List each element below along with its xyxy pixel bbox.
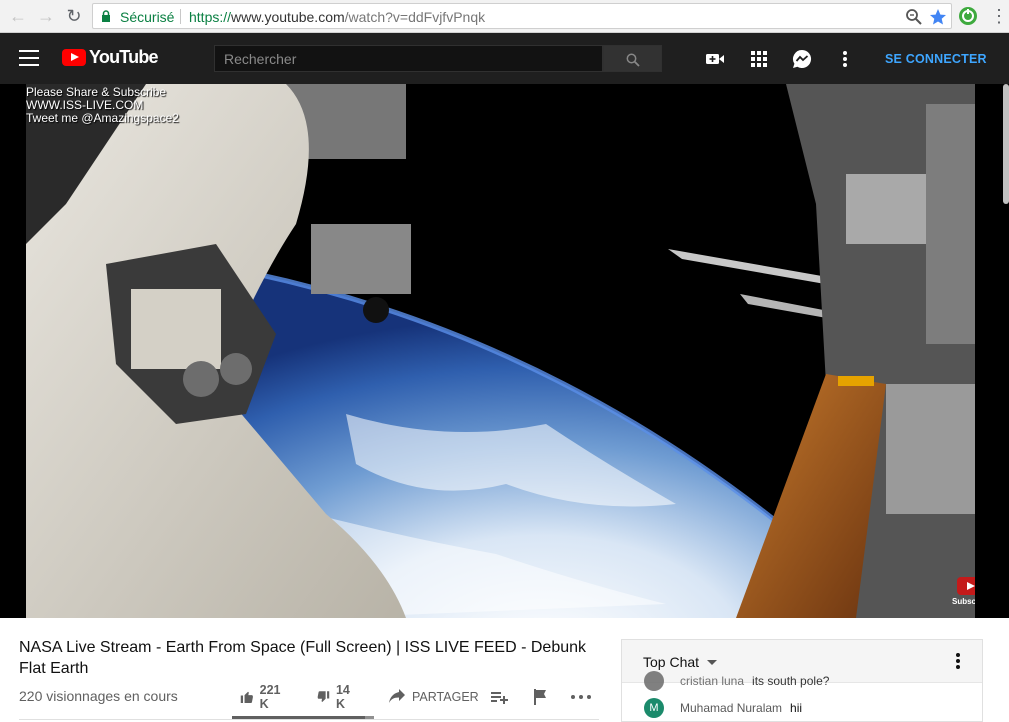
video-title: NASA Live Stream - Earth From Space (Ful… — [19, 639, 587, 677]
dislike-count: 14 K — [335, 683, 350, 711]
play-icon — [957, 577, 975, 595]
url-text[interactable]: https://www.youtube.com/watch?v=ddFvjfvP… — [189, 9, 485, 25]
browser-toolbar: ← → ↻ Sécurisé https://www.youtube.com/w… — [0, 0, 1009, 33]
create-video-icon[interactable] — [704, 48, 726, 70]
subscribe-label: Subscribe — [952, 597, 975, 606]
page-scrollbar[interactable] — [1003, 84, 1009, 204]
url-path: /watch?v=ddFvjfvPnqk — [344, 9, 486, 25]
overlay-line: Tweet me @Amazingspace2 — [26, 111, 179, 125]
search-input[interactable] — [215, 46, 602, 71]
video-player[interactable]: Please Share & Subscribe WWW.ISS-LIVE.CO… — [26, 84, 975, 618]
apps-grid-icon[interactable] — [748, 48, 770, 70]
more-vert-icon[interactable] — [834, 48, 856, 70]
thumbs-down-icon — [317, 691, 330, 703]
reload-icon[interactable]: ↻ — [62, 4, 86, 28]
video-frame-earth-from-iss — [26, 84, 975, 618]
view-count: 220 visionnages en cours — [19, 688, 178, 704]
url-host: www.youtube.com — [231, 9, 345, 25]
video-overlay-text: Please Share & Subscribe WWW.ISS-LIVE.CO… — [26, 86, 179, 125]
share-label: PARTAGER — [412, 690, 479, 704]
chat-message: M Muhamad Nuralam hii — [644, 698, 802, 718]
back-icon[interactable]: ← — [6, 4, 30, 28]
chat-author[interactable]: cristian luna — [680, 674, 744, 688]
chat-more-vert-icon[interactable] — [956, 653, 962, 671]
chat-message: cristian luna its south pole? — [644, 671, 829, 691]
sign-in-button[interactable]: SE CONNECTER — [885, 52, 987, 66]
like-button[interactable]: 221 K — [240, 683, 285, 711]
save-to-playlist-button[interactable] — [490, 683, 514, 711]
divider — [19, 719, 599, 720]
youtube-masthead: YouTube SE CONNECTER — [0, 33, 1009, 84]
bookmark-star-icon[interactable] — [929, 8, 947, 26]
share-button[interactable]: PARTAGER — [388, 683, 479, 711]
like-count: 221 K — [259, 683, 281, 711]
address-bar[interactable]: Sécurisé https://www.youtube.com/watch?v… — [92, 3, 952, 29]
forward-icon[interactable]: → — [34, 4, 58, 28]
dislike-button[interactable]: 14 K — [317, 683, 355, 711]
youtube-logo-icon[interactable] — [62, 49, 86, 66]
menu-icon[interactable]: ⋮ — [990, 6, 1008, 26]
thumbs-up-icon — [240, 691, 253, 704]
chat-author[interactable]: Muhamad Nuralam — [680, 701, 782, 715]
chat-text: its south pole? — [752, 674, 830, 688]
secure-label: Sécurisé — [120, 9, 175, 25]
avatar — [644, 671, 664, 691]
subscribe-watermark[interactable]: Subscribe — [952, 577, 975, 607]
report-button[interactable] — [531, 683, 555, 711]
search-box — [214, 45, 603, 72]
more-horiz-icon — [571, 695, 591, 699]
playlist-add-icon — [491, 692, 508, 704]
live-chat-panel: Top Chat cristian luna its south pole? M… — [621, 639, 983, 722]
avatar: M — [644, 698, 664, 718]
search-icon — [626, 53, 640, 67]
extension-icon[interactable] — [958, 6, 978, 26]
url-protocol: https:// — [189, 9, 232, 25]
youtube-wordmark[interactable]: YouTube — [89, 47, 159, 68]
chat-text: hii — [790, 701, 803, 715]
search-button[interactable] — [603, 45, 662, 72]
chat-mode-dropdown[interactable]: Top Chat — [643, 654, 699, 670]
chevron-down-icon[interactable] — [707, 660, 717, 665]
messages-icon[interactable] — [791, 48, 813, 70]
flag-icon — [534, 689, 546, 705]
menu-icon[interactable] — [19, 50, 39, 66]
lock-icon — [102, 10, 110, 22]
divider — [180, 9, 181, 24]
zoom-icon[interactable] — [905, 8, 923, 26]
more-actions-button[interactable] — [570, 683, 598, 711]
share-icon — [389, 689, 405, 703]
